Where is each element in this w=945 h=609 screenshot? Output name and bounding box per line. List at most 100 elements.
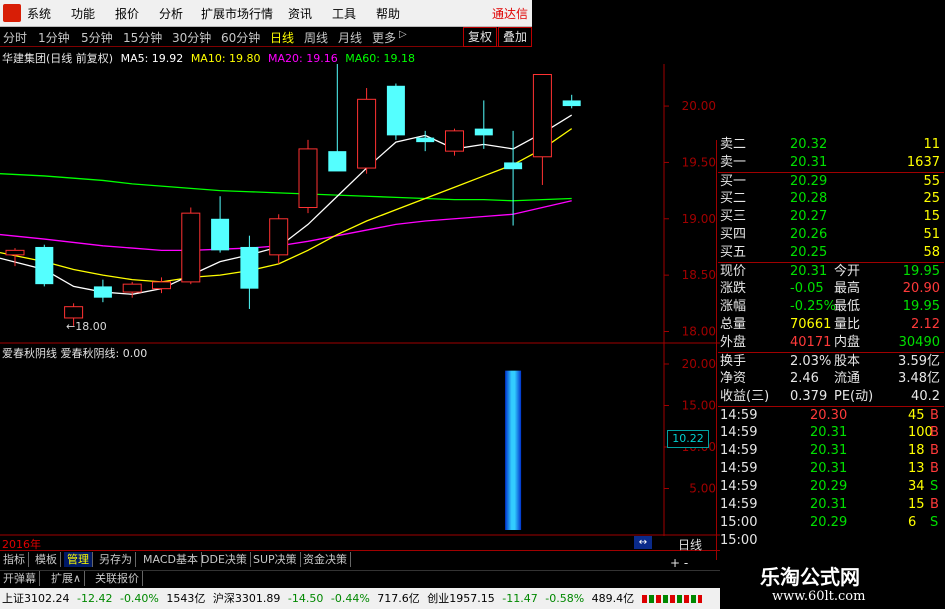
bid-row: 买二 20.28 25 — [718, 190, 944, 208]
tab-danmaku[interactable]: 开弹幕 — [0, 571, 40, 586]
fuquan-button[interactable]: 复权 — [463, 27, 498, 47]
scroll-arrows-button[interactable]: ↔ — [634, 536, 652, 549]
bid-price: 20.25 — [790, 245, 828, 260]
menu-item-tools[interactable]: 工具 — [332, 5, 356, 22]
ask-row: 卖一 20.31 1637 — [718, 154, 944, 172]
menu-item-analysis[interactable]: 分析 — [159, 5, 183, 22]
tab-manage[interactable]: 管理 — [64, 552, 93, 567]
tick-volume: 34 — [908, 479, 925, 494]
bid-volume: 51 — [923, 227, 940, 242]
period-60min[interactable]: 60分钟 — [221, 29, 260, 46]
watermark-title: 乐淘公式网 — [760, 565, 860, 589]
market-breadth-icon — [641, 595, 702, 603]
tab-macd[interactable]: MACD基本 — [140, 552, 202, 567]
ask-volume: 11 — [923, 137, 940, 152]
tick-side: S — [930, 479, 939, 494]
watermark-url: www.60lt.com — [772, 589, 866, 604]
app-logo-icon — [3, 4, 21, 22]
stat-value: 40171 — [790, 335, 832, 350]
menu-item-help[interactable]: 帮助 — [376, 5, 400, 22]
tab-template[interactable]: 模板 — [32, 552, 61, 567]
tick-volume: 6 — [908, 515, 917, 530]
period-more[interactable]: 更多 — [372, 29, 396, 46]
index-cy-pct: -0.58% — [545, 592, 585, 605]
period-1min[interactable]: 1分钟 — [38, 29, 70, 46]
tab-extend[interactable]: 扩展∧ — [48, 571, 86, 586]
period-intraday[interactable]: 分时 — [3, 29, 27, 46]
index-sh-pct: -0.40% — [119, 592, 159, 605]
ask-label: 卖二 — [720, 137, 747, 152]
tab-related-quote[interactable]: 关联报价 — [92, 571, 143, 586]
tick-price: 20.31 — [810, 443, 848, 458]
bid-volume: 55 — [923, 174, 940, 189]
stat-value: -0.25% — [790, 299, 836, 314]
extended-tabs: 开弹幕 扩展∧ 关联报价 — [0, 570, 720, 587]
candlestick-chart[interactable]: 20.00 19.50 19.00 18.50 18.00 ←18.00 — [0, 64, 720, 344]
candle-body-up — [532, 74, 552, 158]
overlay-button[interactable]: 叠加 — [498, 27, 532, 47]
menu-item-extended-market[interactable]: 扩展市场行情 — [201, 5, 273, 22]
tick-time: 14:59 — [720, 443, 758, 458]
tab-funds[interactable]: 资金决策 — [300, 552, 351, 567]
tab-indicator[interactable]: 指标 — [0, 552, 29, 567]
candle-body-down — [328, 151, 347, 172]
index-sz[interactable]: 沪深3301.89 — [213, 592, 281, 605]
fin-value: 3.59亿 — [898, 354, 940, 369]
ask-volume: 1637 — [906, 155, 940, 170]
stat-row: 涨跌 -0.05 最高 20.90 — [718, 280, 944, 298]
candle-body-down — [35, 246, 54, 285]
fin-value: 40.2 — [911, 389, 940, 404]
period-weekly[interactable]: 周线 — [304, 29, 328, 46]
period-5min[interactable]: 5分钟 — [81, 29, 113, 46]
bid-row: 买三 20.27 15 — [718, 208, 944, 226]
period-indicator-label: 日线 — [678, 538, 703, 552]
tick-row: 14:59 20.31 15 B — [718, 496, 944, 514]
index-cy[interactable]: 创业1957.15 — [427, 592, 495, 605]
index-sz-change: -14.50 — [287, 592, 324, 605]
stat-row: 现价 20.31 今开 19.95 — [718, 262, 944, 281]
bid-label: 买二 — [720, 191, 747, 206]
bid-label: 买一 — [720, 174, 747, 189]
tick-volume: 15 — [908, 497, 925, 512]
more-arrow-icon[interactable]: ▷ — [399, 29, 407, 40]
period-30min[interactable]: 30分钟 — [172, 29, 211, 46]
tab-save-as[interactable]: 另存为 — [96, 552, 136, 567]
fin-row: 换手 2.03% 股本 3.59亿 — [718, 352, 944, 371]
bid-label: 买四 — [720, 227, 747, 242]
tick-time: 14:59 — [720, 497, 758, 512]
bid-price: 20.26 — [790, 227, 828, 242]
index-sh[interactable]: 上证3102.24 — [2, 592, 70, 605]
menu-item-quote[interactable]: 报价 — [115, 5, 139, 22]
index-sh-change: -12.42 — [77, 592, 113, 605]
tick-time: 15:00 — [720, 515, 758, 530]
zoom-buttons[interactable]: + - — [670, 556, 688, 570]
y-tick-label: 19.50 — [682, 155, 716, 169]
index-sz-pct: -0.44% — [330, 592, 370, 605]
y-tick-label: 18.50 — [682, 268, 716, 282]
time-axis: 2016年 ↔ 日线 — [0, 536, 720, 552]
period-daily[interactable]: 日线 — [270, 29, 294, 46]
y-tick-label: 20.00 — [682, 99, 716, 113]
menu-item-function[interactable]: 功能 — [71, 5, 95, 22]
fin-value: 0.379 — [790, 389, 828, 404]
fin-label: PE(动) — [834, 389, 874, 404]
watermark: 乐淘公式网 www.60lt.com — [720, 555, 945, 609]
candle-body-up — [445, 130, 464, 152]
candle-body-down — [474, 128, 493, 136]
tab-sup[interactable]: SUP决策 — [250, 552, 301, 567]
period-15min[interactable]: 15分钟 — [123, 29, 162, 46]
indicator-chart[interactable]: 20.0015.0010.005.00 — [0, 344, 720, 536]
menu-item-news[interactable]: 资讯 — [288, 5, 312, 22]
fin-value: 2.03% — [790, 354, 832, 369]
tab-dde[interactable]: DDE决策 — [198, 552, 251, 567]
stat-value: 2.12 — [911, 317, 940, 332]
period-monthly[interactable]: 月线 — [338, 29, 362, 46]
stat-label: 涨幅 — [720, 299, 747, 314]
candle-body-up — [181, 212, 201, 283]
menu-item-system[interactable]: 系统 — [27, 5, 51, 22]
indicator-tick-label: 20.00 — [682, 357, 716, 371]
stat-row: 总量 70661 量比 2.12 — [718, 316, 944, 334]
indicator-current-value: 10.22 — [667, 430, 709, 448]
candle-body-up — [269, 218, 289, 256]
stat-value: 19.95 — [902, 299, 940, 314]
